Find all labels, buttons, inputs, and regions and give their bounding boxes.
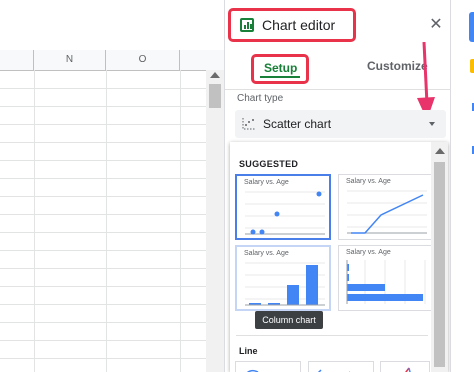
selected-chart-type: Scatter chart xyxy=(263,117,332,131)
thumbnail-scatter-chart[interactable]: Salary vs. Age xyxy=(235,174,331,240)
grid-line xyxy=(0,88,206,89)
dropdown-scrollbar-thumb[interactable] xyxy=(434,162,445,367)
scroll-up-arrow-icon[interactable] xyxy=(210,72,220,78)
column-header-n[interactable]: N xyxy=(34,50,106,70)
column-header-row: N O xyxy=(0,50,224,71)
grid-line xyxy=(0,358,206,359)
grid-line xyxy=(0,286,206,287)
sheet-scrollbar[interactable] xyxy=(206,70,224,372)
dropdown-scrollbar[interactable] xyxy=(431,142,448,372)
thumbnail-line-chart[interactable]: Salary vs. Age xyxy=(338,174,434,240)
keep-icon[interactable] xyxy=(470,59,474,73)
tab-active-indicator xyxy=(260,76,300,78)
line-chart-preview xyxy=(347,190,427,234)
grid-line xyxy=(0,214,206,215)
grid-line xyxy=(0,268,206,269)
column-header-o[interactable]: O xyxy=(106,50,180,70)
thumbnail-column-chart[interactable]: Salary vs. Age xyxy=(235,245,331,311)
line-section-heading: Line xyxy=(239,346,258,356)
column-chart-tooltip: Column chart xyxy=(255,311,323,329)
grid-line xyxy=(0,340,206,341)
bar-chart-preview xyxy=(346,260,426,304)
close-icon[interactable]: ✕ xyxy=(428,17,444,33)
grid-line xyxy=(0,106,206,107)
scatter-chart-icon xyxy=(242,118,256,130)
scatter-chart-preview xyxy=(245,191,325,235)
chevron-down-icon xyxy=(429,122,435,126)
chart-type-label: Chart type xyxy=(237,93,284,104)
combo-chart-option[interactable] xyxy=(380,361,430,372)
formula-bar-area xyxy=(0,0,224,51)
grid-line xyxy=(0,124,206,125)
grid-line xyxy=(34,70,35,372)
column-header-m[interactable] xyxy=(0,50,34,70)
scrollbar-thumb[interactable] xyxy=(209,84,221,108)
side-panel-icon[interactable] xyxy=(469,12,474,42)
column-chart-preview xyxy=(245,262,325,306)
grid-line xyxy=(0,322,206,323)
grid-line xyxy=(0,178,206,179)
chart-editor-panel: Chart editor ✕ Setup Customize Chart typ… xyxy=(224,0,451,372)
chart-type-dropdown: SUGGESTED Salary vs. Age Salary vs. Age xyxy=(230,142,448,372)
tab-setup[interactable]: Setup xyxy=(264,61,297,75)
grid-line xyxy=(0,232,206,233)
scroll-up-arrow-icon[interactable] xyxy=(435,148,445,154)
setup-tab-highlight: Setup xyxy=(251,54,309,84)
suggested-heading: SUGGESTED xyxy=(239,159,299,169)
grid-line xyxy=(106,70,107,372)
spreadsheet-area: N O xyxy=(0,0,224,372)
smooth-line-chart-option[interactable] xyxy=(308,361,374,372)
line-chart-option[interactable] xyxy=(235,361,301,372)
grid-line xyxy=(0,142,206,143)
thumbnail-bar-chart[interactable]: Salary vs. Age xyxy=(338,245,434,311)
line-chart-option-preview xyxy=(246,369,259,372)
grid-line xyxy=(0,250,206,251)
combo-chart-option-preview xyxy=(405,367,411,372)
section-divider xyxy=(236,335,428,336)
chart-editor-title-highlight: Chart editor xyxy=(228,8,356,42)
chart-editor-title: Chart editor xyxy=(262,17,336,33)
grid-line xyxy=(0,196,206,197)
grid-line xyxy=(0,304,206,305)
smooth-line-chart-option-preview xyxy=(317,369,351,372)
grid-line xyxy=(180,70,181,372)
grid-line xyxy=(0,160,206,161)
side-panel-strip xyxy=(450,0,474,372)
chart-type-select[interactable]: Scatter chart xyxy=(235,110,446,138)
column-header-p[interactable] xyxy=(180,50,206,70)
chart-editor-icon xyxy=(240,18,254,32)
